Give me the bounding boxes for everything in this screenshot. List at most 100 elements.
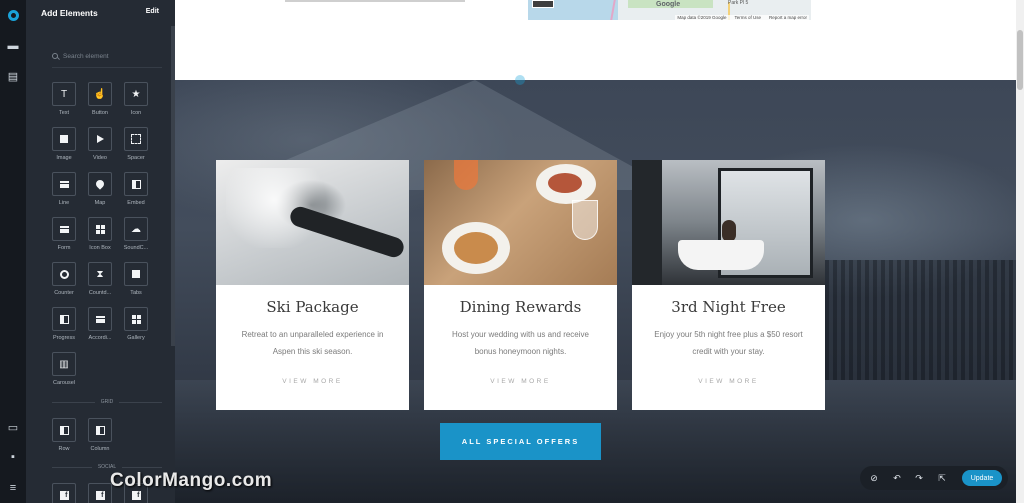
element-button[interactable]: ☝ Button bbox=[82, 82, 118, 116]
scrollbar-thumb[interactable] bbox=[1017, 30, 1023, 90]
element-progress[interactable]: Progress bbox=[46, 307, 82, 341]
element-label: Map bbox=[94, 200, 106, 206]
page-canvas: Park Pl 5 Google Map data ©2019 Google T… bbox=[175, 0, 1016, 503]
external-link-icon[interactable]: ⇱ bbox=[936, 472, 948, 484]
element-icon-box[interactable]: Icon Box bbox=[82, 217, 118, 251]
spacer-icon bbox=[124, 127, 148, 151]
specials-section[interactable]: Ski Package Retreat to an unparalleled e… bbox=[175, 75, 1016, 503]
row-icon bbox=[52, 418, 76, 442]
map-pin-icon bbox=[88, 172, 112, 196]
view-more-link[interactable]: VIEW MORE bbox=[216, 378, 409, 385]
element-label: Icon Box bbox=[89, 245, 111, 251]
person bbox=[722, 220, 736, 242]
element-label: Embed bbox=[127, 200, 145, 206]
pointer-icon: ☝ bbox=[88, 82, 112, 106]
element-label: Image bbox=[56, 155, 72, 161]
element-video[interactable]: Video bbox=[82, 127, 118, 161]
facebook-icon: f bbox=[88, 483, 112, 503]
previous-section[interactable]: Park Pl 5 Google Map data ©2019 Google T… bbox=[175, 0, 1016, 80]
map-terms-link[interactable]: Terms of Use bbox=[734, 15, 761, 20]
element-label: Row bbox=[58, 446, 70, 452]
card-title: Dining Rewards bbox=[459, 298, 582, 316]
element-countdown[interactable]: ⧗ Countd... bbox=[82, 262, 118, 296]
card-description: Retreat to an unparalleled experience in… bbox=[241, 330, 384, 356]
wine-glass bbox=[572, 200, 598, 240]
map-satellite-toggle[interactable] bbox=[532, 0, 554, 8]
element-social-1[interactable]: f bbox=[46, 483, 82, 503]
element-label: Gallery bbox=[127, 335, 145, 341]
element-search[interactable]: Search element bbox=[52, 50, 162, 62]
element-spacer[interactable]: Spacer bbox=[118, 127, 154, 161]
element-tabs[interactable]: Tabs bbox=[118, 262, 154, 296]
left-icon-rail: ▬ ▤ ▭ ▪ ≡ bbox=[0, 0, 26, 503]
all-special-offers-button[interactable]: ALL SPECIAL OFFERS bbox=[440, 423, 601, 460]
element-soundcloud[interactable]: ☁ SoundC... bbox=[118, 217, 154, 251]
element-carousel[interactable]: ▥ Carousel bbox=[46, 352, 82, 386]
page-scrollbar[interactable] bbox=[1016, 0, 1024, 503]
element-label: Text bbox=[58, 110, 70, 116]
watermark: ColorMango.com bbox=[110, 470, 273, 491]
section-drag-handle[interactable] bbox=[515, 75, 525, 85]
element-label: Countd... bbox=[88, 290, 112, 296]
map-footer: Map data ©2019 Google Terms of Use Repor… bbox=[675, 15, 809, 20]
plate bbox=[536, 164, 596, 204]
element-line[interactable]: Line bbox=[46, 172, 82, 206]
embedded-map[interactable]: Park Pl 5 Google Map data ©2019 Google T… bbox=[528, 0, 811, 20]
add-elements-panel: Add Elements Edit Search element T Text … bbox=[26, 0, 175, 503]
element-label: Button bbox=[92, 110, 108, 116]
line-icon bbox=[52, 172, 76, 196]
dining-image bbox=[424, 160, 617, 285]
element-column[interactable]: Column bbox=[82, 418, 118, 452]
offer-card-dining[interactable]: Dining Rewards Host your wedding with us… bbox=[424, 160, 617, 410]
map-data-label: Map data ©2019 Google bbox=[677, 15, 727, 20]
element-image[interactable]: Image bbox=[46, 127, 82, 161]
redo-icon[interactable]: ↷ bbox=[913, 472, 925, 484]
element-label: Spacer bbox=[127, 155, 145, 161]
card-title: Ski Package bbox=[266, 298, 359, 316]
panel-edit-button[interactable]: Edit bbox=[146, 8, 159, 15]
element-label: Line bbox=[58, 200, 70, 206]
element-row[interactable]: Row bbox=[46, 418, 82, 452]
update-button[interactable]: Update bbox=[962, 470, 1002, 486]
element-label: Column bbox=[90, 446, 110, 452]
element-counter[interactable]: Counter bbox=[46, 262, 82, 296]
element-form[interactable]: Form bbox=[46, 217, 82, 251]
menu-icon[interactable]: ≡ bbox=[5, 480, 21, 496]
element-label: Form bbox=[57, 245, 71, 251]
drink-glass bbox=[454, 160, 478, 190]
element-text[interactable]: T Text bbox=[46, 82, 82, 116]
offer-card-ski[interactable]: Ski Package Retreat to an unparalleled e… bbox=[216, 160, 409, 410]
view-more-link[interactable]: VIEW MORE bbox=[632, 378, 825, 385]
offer-card-night[interactable]: 3rd Night Free Enjoy your 5th night free… bbox=[632, 160, 825, 410]
element-accordion[interactable]: Accordi... bbox=[82, 307, 118, 341]
column-icon bbox=[88, 418, 112, 442]
star-icon: ★ bbox=[124, 82, 148, 106]
element-label: Carousel bbox=[52, 380, 75, 386]
element-gallery[interactable]: Gallery bbox=[118, 307, 154, 341]
grid-section-header: GRID bbox=[52, 399, 162, 405]
text-icon: T bbox=[52, 82, 76, 106]
element-icon[interactable]: ★ Icon bbox=[118, 82, 154, 116]
hide-icon[interactable]: ⊘ bbox=[868, 472, 880, 484]
bathtub bbox=[678, 240, 764, 270]
text-fragment bbox=[285, 0, 465, 2]
google-logo: Google bbox=[656, 1, 681, 8]
pages-icon[interactable]: ▬ bbox=[5, 38, 21, 54]
element-map[interactable]: Map bbox=[82, 172, 118, 206]
element-label: SoundC... bbox=[123, 245, 149, 251]
map-report-link[interactable]: Report a map error bbox=[769, 15, 807, 20]
carousel-icon: ▥ bbox=[52, 352, 76, 376]
ski-image bbox=[216, 160, 409, 285]
desktop-view-icon[interactable]: ▭ bbox=[5, 419, 21, 435]
wall bbox=[632, 160, 662, 285]
map-place-label: Park Pl 5 bbox=[728, 0, 749, 6]
page-settings-icon[interactable]: ▪ bbox=[5, 449, 21, 465]
undo-icon[interactable]: ↶ bbox=[891, 472, 903, 484]
app-logo-icon[interactable] bbox=[5, 7, 21, 23]
element-label: Video bbox=[93, 155, 107, 161]
sections-icon[interactable]: ▤ bbox=[5, 68, 21, 84]
image-icon bbox=[52, 127, 76, 151]
element-embed[interactable]: Embed bbox=[118, 172, 154, 206]
counter-icon bbox=[52, 262, 76, 286]
view-more-link[interactable]: VIEW MORE bbox=[424, 378, 617, 385]
